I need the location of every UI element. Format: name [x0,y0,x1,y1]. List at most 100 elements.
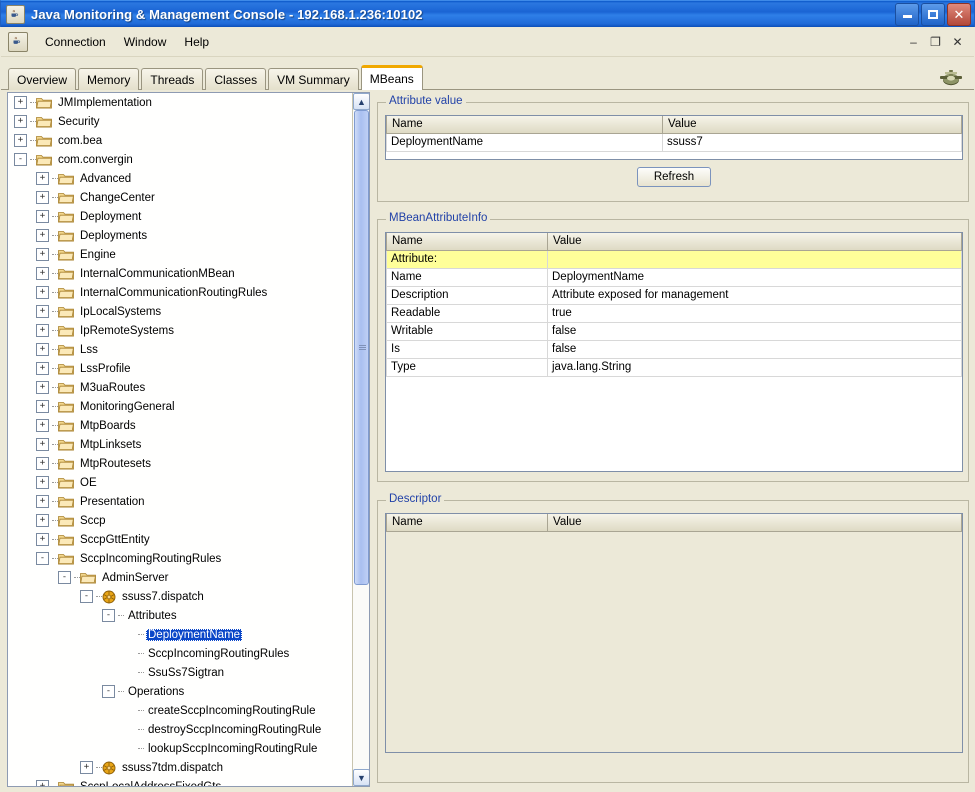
tree-node[interactable]: + Presentation [8,492,353,511]
tree-node[interactable]: - SccpIncomingRoutingRules [8,549,353,568]
tree-vertical-scrollbar[interactable]: ▲ ▼ [352,93,369,786]
table-row-highlighted[interactable]: Attribute: [386,250,962,269]
scroll-up-icon[interactable]: ▲ [353,93,369,110]
tree-node[interactable]: + IpLocalSystems [8,302,353,321]
tree-node[interactable]: - Operations [8,682,353,701]
tree-toggle-expand-icon[interactable]: + [36,533,49,546]
info-value-cell[interactable]: false [547,340,962,359]
info-value-cell[interactable] [547,250,962,269]
tree-toggle-expand-icon[interactable]: + [36,476,49,489]
tab-overview[interactable]: Overview [8,68,77,90]
tree-node[interactable]: + InternalCommunicationRoutingRules [8,283,353,302]
table-row[interactable]: Description Attribute exposed for managem… [386,286,962,305]
info-name-cell[interactable]: Writable [386,322,548,341]
tree-toggle-expand-icon[interactable]: + [36,286,49,299]
mbean-tree[interactable]: + JMImplementation + Security + com.bea - com.c… [8,93,353,786]
tree-node[interactable]: + OE [8,473,353,492]
tree-toggle-collapse-icon[interactable]: - [80,590,93,603]
frame-minimize-icon[interactable]: – [903,31,924,52]
table-row[interactable]: Writable false [386,322,962,341]
table-row[interactable]: Name DeploymentName [386,268,962,287]
descriptor-table[interactable]: Name Value [386,514,962,532]
tree-node[interactable]: + Lss [8,340,353,359]
menu-item-connection[interactable]: Connection [36,32,115,52]
tree-node[interactable]: + MtpBoards [8,416,353,435]
tree-node[interactable]: + ssuss7tdm.dispatch [8,758,353,777]
tree-toggle-expand-icon[interactable]: + [36,514,49,527]
info-name-cell[interactable]: Type [386,358,548,377]
tree-node[interactable]: + ChangeCenter [8,188,353,207]
tree-node[interactable]: + Sccp [8,511,353,530]
info-value-cell[interactable]: false [547,322,962,341]
column-header-value[interactable]: Value [547,514,962,532]
column-header-name[interactable]: Name [386,116,663,134]
tree-toggle-expand-icon[interactable]: + [36,343,49,356]
tree-toggle-expand-icon[interactable]: + [36,324,49,337]
tree-node[interactable]: + SccpGttEntity [8,530,353,549]
tree-toggle-expand-icon[interactable]: + [36,438,49,451]
maximize-icon[interactable] [921,2,945,26]
tree-node[interactable]: SccpIncomingRoutingRules [8,644,353,663]
tree-toggle-expand-icon[interactable]: + [14,134,27,147]
tree-toggle-expand-icon[interactable]: + [36,362,49,375]
tree-node[interactable]: createSccpIncomingRoutingRule [8,701,353,720]
tab-threads[interactable]: Threads [141,68,204,90]
tree-node[interactable]: - AdminServer [8,568,353,587]
tree-toggle-expand-icon[interactable]: + [14,96,27,109]
tree-toggle-expand-icon[interactable]: + [36,457,49,470]
tree-toggle-expand-icon[interactable]: + [36,210,49,223]
tree-toggle-expand-icon[interactable]: + [36,381,49,394]
tree-toggle-expand-icon[interactable]: + [36,248,49,261]
tree-toggle-expand-icon[interactable]: + [36,191,49,204]
tree-toggle-collapse-icon[interactable]: - [14,153,27,166]
tree-toggle-expand-icon[interactable]: + [14,115,27,128]
tab-vm-summary[interactable]: VM Summary [268,68,359,90]
tree-toggle-collapse-icon[interactable]: - [102,685,115,698]
info-name-cell[interactable]: Is [386,340,548,359]
tree-toggle-collapse-icon[interactable]: - [36,552,49,565]
tree-toggle-expand-icon[interactable]: + [36,267,49,280]
tree-node[interactable]: + MtpRoutesets [8,454,353,473]
tree-node[interactable]: + InternalCommunicationMBean [8,264,353,283]
column-header-name[interactable]: Name [386,514,548,532]
tree-node[interactable]: destroySccpIncomingRoutingRule [8,720,353,739]
tree-node[interactable]: lookupSccpIncomingRoutingRule [8,739,353,758]
scroll-down-icon[interactable]: ▼ [353,769,369,786]
tree-node[interactable]: + Engine [8,245,353,264]
tree-node[interactable]: + Security [8,112,353,131]
info-name-cell[interactable]: Attribute: [386,250,548,269]
attribute-name-cell[interactable]: DeploymentName [386,133,663,152]
tree-node[interactable]: + Deployment [8,207,353,226]
tree-node-selected[interactable]: DeploymentName [8,625,353,644]
tree-node[interactable]: + LssProfile [8,359,353,378]
table-row[interactable]: Type java.lang.String [386,358,962,377]
table-row[interactable]: DeploymentName ssuss7 [386,133,962,152]
info-value-cell[interactable]: Attribute exposed for management [547,286,962,305]
info-name-cell[interactable]: Name [386,268,548,287]
frame-restore-icon[interactable]: ❐ [925,31,946,52]
attribute-value-cell[interactable]: ssuss7 [662,133,962,152]
info-value-cell[interactable]: true [547,304,962,323]
tab-mbeans[interactable]: MBeans [360,65,423,90]
connector-icon[interactable] [936,68,966,87]
tree-node[interactable]: + com.bea [8,131,353,150]
tree-node[interactable]: + Advanced [8,169,353,188]
tree-toggle-collapse-icon[interactable]: - [58,571,71,584]
scrollbar-track[interactable] [353,110,369,769]
tree-toggle-expand-icon[interactable]: + [36,400,49,413]
tree-node[interactable]: + SccpLocalAddressFixedGts [8,777,353,786]
tab-classes[interactable]: Classes [205,68,267,90]
column-header-value[interactable]: Value [547,233,962,251]
tree-node[interactable]: + M3uaRoutes [8,378,353,397]
tree-node[interactable]: - Attributes [8,606,353,625]
column-header-name[interactable]: Name [386,233,548,251]
tree-toggle-expand-icon[interactable]: + [36,172,49,185]
table-row[interactable]: Readable true [386,304,962,323]
tree-node[interactable]: + MonitoringGeneral [8,397,353,416]
tree-toggle-expand-icon[interactable]: + [36,495,49,508]
tree-toggle-expand-icon[interactable]: + [36,780,49,786]
column-header-value[interactable]: Value [662,116,962,134]
info-value-cell[interactable]: java.lang.String [547,358,962,377]
menu-item-help[interactable]: Help [175,32,218,52]
info-name-cell[interactable]: Description [386,286,548,305]
